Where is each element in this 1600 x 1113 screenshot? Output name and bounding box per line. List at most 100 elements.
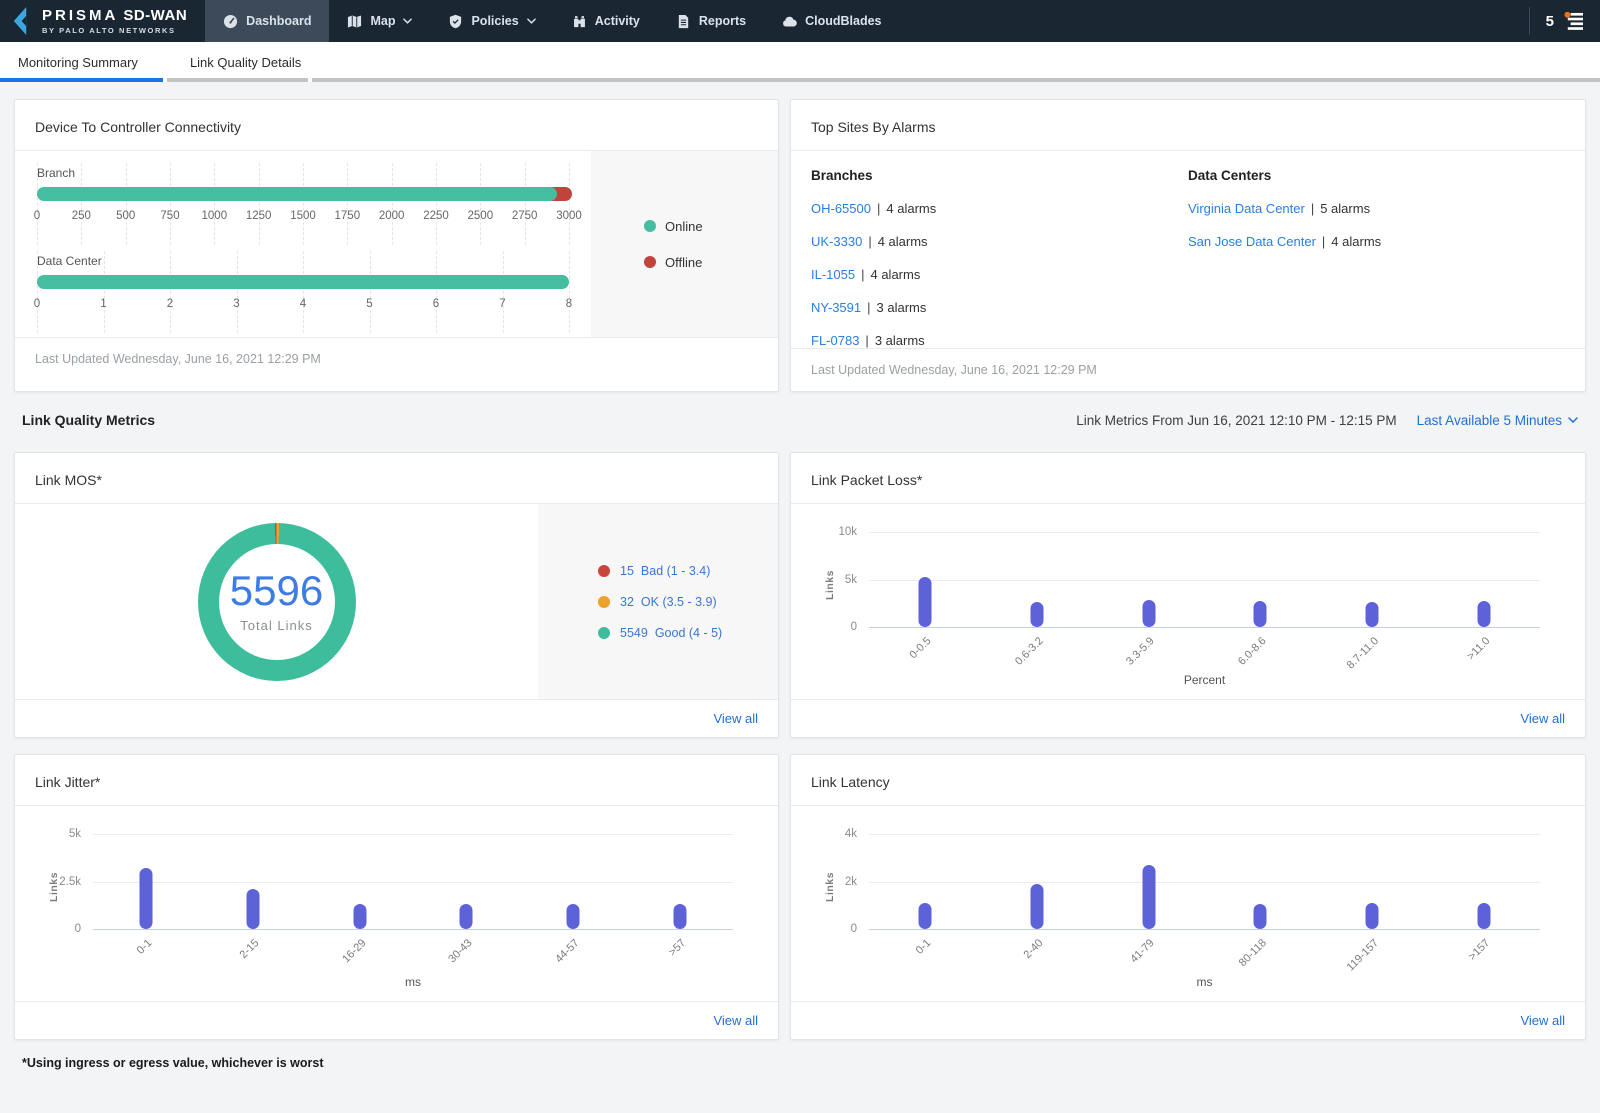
bar — [673, 904, 686, 929]
total-links-value: 5596 — [230, 570, 323, 612]
card-title: Link MOS* — [15, 453, 778, 504]
site-link[interactable]: NY-3591 — [811, 300, 861, 315]
nav-item-label: Reports — [699, 14, 746, 28]
site-link[interactable]: IL-1055 — [811, 267, 855, 282]
x-tick-label: 16-29 — [340, 937, 368, 965]
bar — [460, 904, 473, 929]
site-link[interactable]: OH-65500 — [811, 201, 871, 216]
site-link[interactable]: FL-0783 — [811, 333, 859, 348]
jitter-chart: Links5k2.5k00-12-1516-2930-4344-57>57ms — [15, 806, 778, 1001]
site-link[interactable]: UK-3330 — [811, 234, 862, 249]
nav-item-policies[interactable]: Policies — [430, 0, 553, 42]
tab-link-quality-details[interactable]: Link Quality Details — [164, 42, 327, 82]
policies-icon — [448, 14, 463, 29]
datacenters-list: Virginia Data Center|5 alarms San Jose Da… — [1188, 201, 1565, 249]
x-tick-label: 119-157 — [1344, 937, 1380, 973]
bar-slot: 0-1 — [93, 834, 200, 929]
nav-item-cloudblades[interactable]: CloudBlades — [764, 0, 899, 42]
separator: | — [861, 267, 864, 282]
top-nav: PRISMASD-WAN BY PALO ALTO NETWORKS Dashb… — [0, 0, 1600, 42]
map-icon — [347, 14, 362, 29]
tab-monitoring-summary[interactable]: Monitoring Summary — [0, 42, 164, 82]
mos-legend: 15Bad (1 - 3.4) 32OK (3.5 - 3.9) 5549Good … — [538, 504, 778, 699]
nav-item-label: Dashboard — [246, 14, 311, 28]
connectivity-legend: OnlineOffline — [591, 151, 778, 337]
bar — [567, 904, 580, 929]
y-tick-label: 10k — [838, 526, 857, 538]
chevron-down-icon — [527, 18, 536, 24]
bar — [353, 904, 366, 929]
view-all-link[interactable]: View all — [1520, 1013, 1565, 1028]
site-alarm-row: OH-65500|4 alarms — [811, 201, 1188, 216]
y-tick-label: 5k — [845, 574, 857, 586]
card-title: Device To Controller Connectivity — [15, 100, 778, 151]
x-tick-label: 0-1 — [135, 937, 155, 957]
alarm-count-text: 3 alarms — [875, 333, 925, 348]
y-tick-label: 5k — [69, 828, 81, 840]
site-alarm-row: FL-0783|3 alarms — [811, 333, 1188, 348]
bar-slot: 0-1 — [869, 834, 981, 929]
bar-slot: >157 — [1428, 834, 1540, 929]
bar-slot: 6.0-8.6 — [1204, 532, 1316, 627]
separator: | — [877, 201, 880, 216]
y-tick-label: 0 — [75, 923, 81, 935]
mos-legend-item: 5549Good (4 - 5) — [598, 626, 778, 640]
time-range-selector[interactable]: Last Available 5 Minutes — [1417, 413, 1578, 428]
alarm-count-text: 4 alarms — [878, 234, 928, 249]
x-axis-title: ms — [93, 975, 733, 989]
card-title: Link Latency — [791, 755, 1585, 806]
connectivity-card: Device To Controller Connectivity Branch… — [14, 99, 779, 392]
legend-item-offline: Offline — [644, 255, 778, 270]
y-axis-title: Links — [48, 872, 60, 902]
site-link[interactable]: San Jose Data Center — [1188, 234, 1316, 249]
bar-slot: 8.7-11.0 — [1316, 532, 1428, 627]
bar — [1254, 601, 1267, 627]
reports-icon — [676, 14, 691, 29]
site-link[interactable]: Virginia Data Center — [1188, 201, 1305, 216]
online-bar — [37, 275, 569, 289]
connectivity-row: Data Center012345678 — [37, 251, 569, 333]
brand-logo[interactable]: PRISMASD-WAN BY PALO ALTO NETWORKS — [0, 0, 205, 42]
section-title: Link Quality Metrics — [22, 412, 155, 428]
alarm-count[interactable]: 5 — [1546, 13, 1554, 30]
segment-count: 5549 — [620, 626, 648, 640]
legend-dot — [644, 220, 656, 232]
nav-item-label: Policies — [471, 14, 518, 28]
nav-item-map[interactable]: Map — [329, 0, 430, 42]
x-axis: 0250500750100012501500175020002250250027… — [37, 210, 569, 228]
bar — [1142, 600, 1155, 627]
site-alarm-row: IL-1055|4 alarms — [811, 267, 1188, 282]
top-sites-card: Top Sites By Alarms Branches OH-65500|4 … — [790, 99, 1586, 392]
link-packet-loss-card: Link Packet Loss* Links10k5k00-0.50.6-3.… — [790, 452, 1586, 738]
nav-divider — [1529, 7, 1530, 35]
view-all-link[interactable]: View all — [713, 1013, 758, 1028]
bar — [1366, 903, 1379, 929]
view-all-link[interactable]: View all — [713, 711, 758, 726]
bar — [1478, 903, 1491, 929]
view-all-link[interactable]: View all — [1520, 711, 1565, 726]
card-title: Link Packet Loss* — [791, 453, 1585, 504]
bar — [1142, 865, 1155, 929]
bar-slot: >57 — [626, 834, 733, 929]
nav-item-activity[interactable]: Activity — [554, 0, 658, 42]
link-latency-card: Link Latency Links4k2k00-12-4041-7980-11… — [790, 754, 1586, 1040]
y-tick-label: 0 — [851, 621, 857, 633]
nav-item-dashboard[interactable]: Dashboard — [205, 0, 329, 42]
bar-slot: 44-57 — [520, 834, 627, 929]
bar-slot: 119-157 — [1316, 834, 1428, 929]
nav-item-label: Activity — [595, 14, 640, 28]
site-alarm-row: UK-3330|4 alarms — [811, 234, 1188, 249]
nav-item-label: CloudBlades — [805, 14, 881, 28]
alarm-list-icon[interactable] — [1563, 12, 1584, 31]
site-alarm-row: Virginia Data Center|5 alarms — [1188, 201, 1565, 216]
mos-legend-item: 32OK (3.5 - 3.9) — [598, 595, 778, 609]
x-tick-label: 2-15 — [237, 937, 261, 961]
nav-item-reports[interactable]: Reports — [658, 0, 764, 42]
chevron-down-icon — [1568, 417, 1578, 423]
brand-name: PRISMASD-WAN — [42, 7, 187, 24]
branches-list: OH-65500 | 4 alarmsUK-3330|4 alarms IL-1055… — [811, 201, 1188, 348]
dashboard-icon — [223, 14, 238, 29]
mos-legend-item: 15Bad (1 - 3.4) — [598, 564, 778, 578]
y-tick-label: 2.5k — [59, 876, 81, 888]
active-tab-indicator — [0, 78, 163, 82]
